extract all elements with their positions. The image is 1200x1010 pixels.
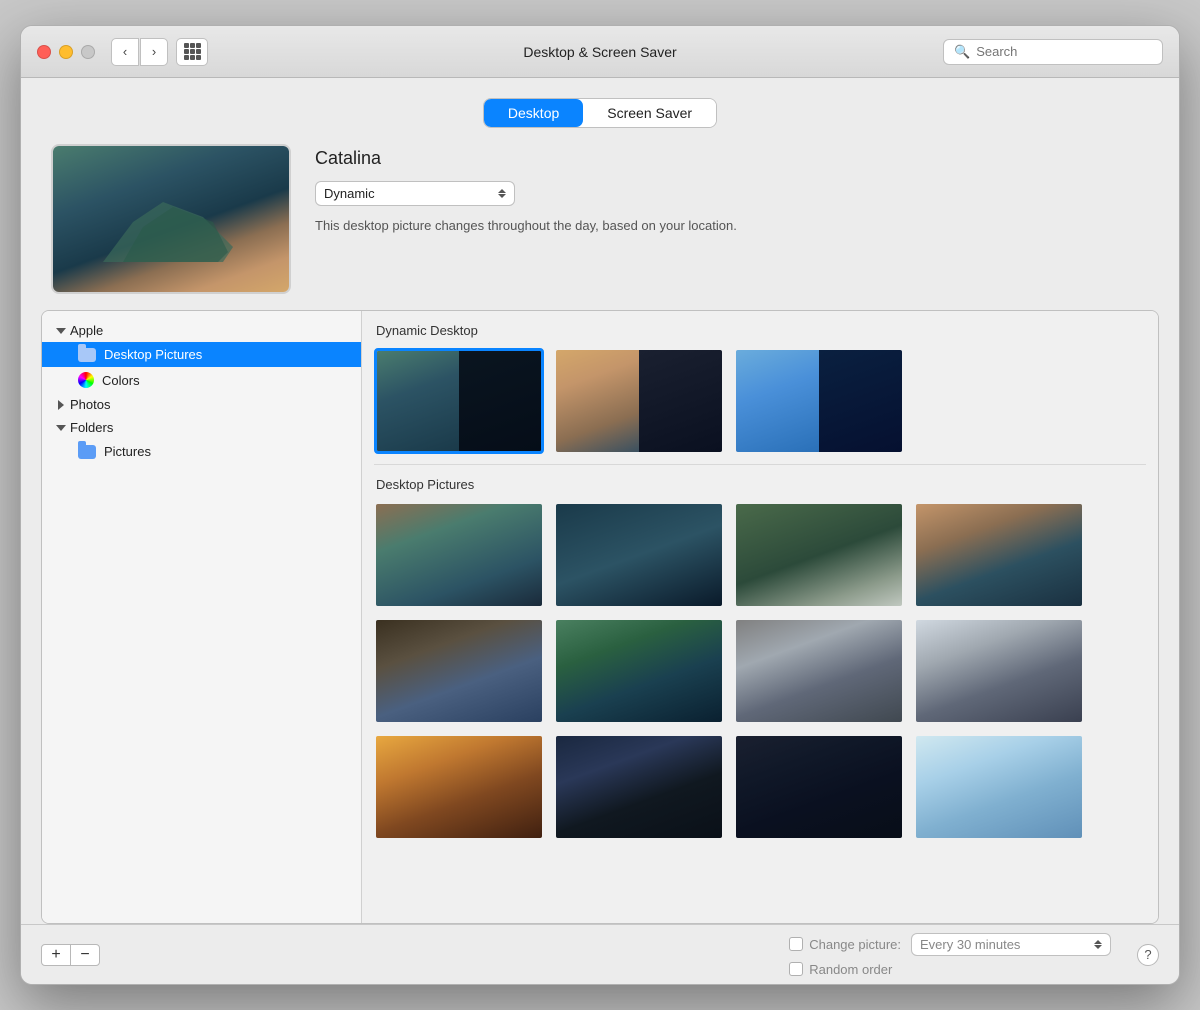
dynamic-thumb-2-inner xyxy=(556,350,722,452)
sidebar-item-pictures[interactable]: Pictures xyxy=(42,439,361,464)
desktop-row-2 xyxy=(374,618,1146,724)
desktop-thumb-5[interactable] xyxy=(374,618,544,724)
tab-group: Desktop Screen Saver xyxy=(483,98,717,128)
wallpaper-grid-area: Dynamic Desktop xyxy=(362,311,1158,923)
help-button[interactable]: ? xyxy=(1137,944,1159,966)
desktop-section-label: Desktop Pictures xyxy=(374,477,1146,492)
preview-info: Catalina Dynamic This desktop picture ch… xyxy=(315,144,737,233)
add-button[interactable]: + xyxy=(41,944,71,966)
interval-down-arrow xyxy=(1094,945,1102,949)
sidebar: Apple Desktop Pictures Colors Photos xyxy=(42,311,362,923)
interval-dropdown[interactable]: Every 30 minutes xyxy=(911,933,1111,956)
pictures-label: Pictures xyxy=(104,444,151,459)
photos-group-label: Photos xyxy=(70,397,110,412)
main-panel: Apple Desktop Pictures Colors Photos xyxy=(41,310,1159,924)
folders-group-label: Folders xyxy=(70,420,113,435)
spinner-up-arrow xyxy=(498,189,506,193)
folder-icon-desktop-pictures xyxy=(78,348,96,362)
desktop-thumb-9[interactable] xyxy=(374,734,544,840)
dynamic-thumb-3-inner xyxy=(736,350,902,452)
nav-buttons: ‹ › xyxy=(111,38,168,66)
color-wheel-icon xyxy=(78,372,94,388)
style-dropdown-value: Dynamic xyxy=(324,186,494,201)
window-title: Desktop & Screen Saver xyxy=(523,44,676,60)
dynamic-thumb-3[interactable] xyxy=(734,348,904,454)
add-remove-buttons: + − xyxy=(41,944,100,966)
forward-button[interactable]: › xyxy=(140,38,168,66)
maximize-button[interactable] xyxy=(81,45,95,59)
desktop-thumb-11[interactable] xyxy=(734,734,904,840)
dynamic-thumb-2[interactable] xyxy=(554,348,724,454)
photos-group-triangle xyxy=(58,400,64,410)
dynamic-wallpaper-row xyxy=(374,348,1146,454)
desktop-pictures-label: Desktop Pictures xyxy=(104,347,202,362)
change-picture-row: Change picture: Every 30 minutes xyxy=(789,933,1111,956)
spinner-icon xyxy=(498,189,506,198)
dynamic-thumb-1-inner xyxy=(377,351,541,451)
search-icon: 🔍 xyxy=(954,44,970,60)
bottom-bar: + − Change picture: Every 30 minutes xyxy=(21,924,1179,984)
remove-button[interactable]: − xyxy=(70,944,100,966)
preview-section: Catalina Dynamic This desktop picture ch… xyxy=(41,144,1159,294)
interval-value: Every 30 minutes xyxy=(920,937,1090,952)
desktop-thumb-2[interactable] xyxy=(554,502,724,608)
desktop-thumb-12[interactable] xyxy=(914,734,1084,840)
desktop-thumb-10[interactable] xyxy=(554,734,724,840)
folders-group-triangle xyxy=(56,425,66,431)
desktop-row-3 xyxy=(374,734,1146,840)
tab-desktop[interactable]: Desktop xyxy=(484,99,583,127)
apple-group-triangle xyxy=(56,328,66,334)
sidebar-item-desktop-pictures[interactable]: Desktop Pictures xyxy=(42,342,361,367)
grid-view-button[interactable] xyxy=(176,38,208,66)
wallpaper-description: This desktop picture changes throughout … xyxy=(315,218,737,233)
interval-spinner-icon xyxy=(1094,940,1102,949)
sidebar-group-folders[interactable]: Folders xyxy=(42,416,361,439)
desktop-thumb-4[interactable] xyxy=(914,502,1084,608)
main-window: ‹ › Desktop & Screen Saver 🔍 xyxy=(20,25,1180,985)
random-order-checkbox[interactable] xyxy=(789,962,803,976)
back-button[interactable]: ‹ xyxy=(111,38,139,66)
sidebar-item-colors[interactable]: Colors xyxy=(42,367,361,393)
tab-screensaver[interactable]: Screen Saver xyxy=(583,99,716,127)
dynamic-thumb-1[interactable] xyxy=(374,348,544,454)
change-picture-checkbox[interactable] xyxy=(789,937,803,951)
random-order-text: Random order xyxy=(809,962,892,977)
search-box[interactable]: 🔍 xyxy=(943,39,1163,65)
change-picture-label[interactable]: Change picture: xyxy=(789,937,901,952)
wallpaper-name: Catalina xyxy=(315,148,737,169)
interval-up-arrow xyxy=(1094,940,1102,944)
search-input[interactable] xyxy=(976,44,1152,59)
desktop-thumb-1[interactable] xyxy=(374,502,544,608)
grid-icon xyxy=(184,43,201,60)
colors-label: Colors xyxy=(102,373,140,388)
island-svg xyxy=(73,172,253,272)
folder-icon-pictures xyxy=(78,445,96,459)
desktop-thumb-7[interactable] xyxy=(734,618,904,724)
traffic-lights xyxy=(37,45,95,59)
sidebar-group-apple[interactable]: Apple xyxy=(42,319,361,342)
desktop-thumb-6[interactable] xyxy=(554,618,724,724)
bottom-right: ? xyxy=(1127,944,1159,966)
desktop-row-1 xyxy=(374,502,1146,608)
change-picture-text: Change picture: xyxy=(809,937,901,952)
dynamic-section-label: Dynamic Desktop xyxy=(374,323,1146,338)
random-order-label[interactable]: Random order xyxy=(789,962,1111,977)
content-area: Desktop Screen Saver Catalina Dynamic xyxy=(21,78,1179,924)
bottom-options: Change picture: Every 30 minutes Random … xyxy=(789,933,1111,977)
spinner-down-arrow xyxy=(498,194,506,198)
apple-group-label: Apple xyxy=(70,323,103,338)
style-dropdown[interactable]: Dynamic xyxy=(315,181,515,206)
sidebar-group-photos[interactable]: Photos xyxy=(42,393,361,416)
tab-bar: Desktop Screen Saver xyxy=(41,98,1159,128)
wallpaper-preview xyxy=(51,144,291,294)
desktop-thumb-3[interactable] xyxy=(734,502,904,608)
close-button[interactable] xyxy=(37,45,51,59)
titlebar: ‹ › Desktop & Screen Saver 🔍 xyxy=(21,26,1179,78)
section-separator xyxy=(374,464,1146,465)
desktop-thumb-8[interactable] xyxy=(914,618,1084,724)
minimize-button[interactable] xyxy=(59,45,73,59)
